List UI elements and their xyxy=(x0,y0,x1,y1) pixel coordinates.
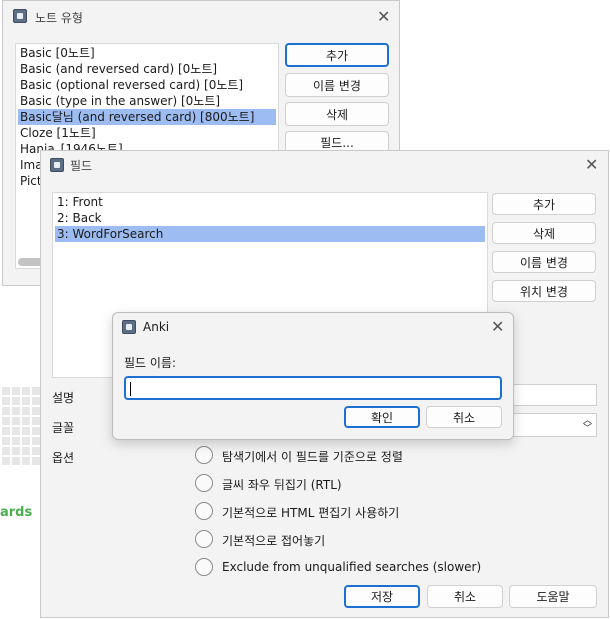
html-editor-checkbox[interactable] xyxy=(195,502,213,520)
help-button[interactable]: 도움말 xyxy=(509,585,597,608)
reposition-field-button[interactable]: 위치 변경 xyxy=(492,280,596,302)
description-field[interactable] xyxy=(507,384,597,406)
anki-app-icon xyxy=(13,9,27,23)
close-icon[interactable]: ✕ xyxy=(491,319,504,335)
save-button[interactable]: 저장 xyxy=(344,585,420,608)
rtl-label: 글씨 좌우 뒤집기 (RTL) xyxy=(222,478,342,492)
add-note-type-button[interactable]: 추가 xyxy=(285,43,389,67)
add-field-button[interactable]: 추가 xyxy=(492,193,596,215)
anki-app-icon xyxy=(50,158,64,172)
close-icon[interactable]: ✕ xyxy=(585,157,598,173)
text-cursor xyxy=(130,382,131,396)
list-item[interactable]: Cloze [1노트] xyxy=(18,125,276,141)
list-item[interactable]: 2: Back xyxy=(55,210,485,226)
updown-arrows-icon: ︿ ﹀ xyxy=(582,416,592,434)
list-item-selected[interactable]: Basic달님 (and reversed card) [800노트] xyxy=(18,109,276,125)
ok-button[interactable]: 확인 xyxy=(344,406,420,428)
field-name-input[interactable] xyxy=(124,376,502,400)
note-types-titlebar: 노트 유형 ✕ xyxy=(3,1,399,31)
list-item[interactable]: Basic (and reversed card) [0노트] xyxy=(18,61,276,77)
exclude-search-label: Exclude from unqualified searches (slowe… xyxy=(222,560,482,574)
collapse-checkbox[interactable] xyxy=(195,530,213,548)
background-grid xyxy=(0,385,40,465)
background-decks-fragment: ards xyxy=(0,505,33,520)
note-types-title: 노트 유형 xyxy=(35,11,83,25)
list-item-selected[interactable]: 3: WordForSearch xyxy=(55,226,485,242)
delete-note-type-button[interactable]: 삭제 xyxy=(285,102,389,126)
rtl-checkbox[interactable] xyxy=(195,474,213,492)
rename-field-button[interactable]: 이름 변경 xyxy=(492,251,596,273)
collapse-label: 기본적으로 접어놓기 xyxy=(222,534,326,548)
list-item[interactable]: Basic (optional reversed card) [0노트] xyxy=(18,77,276,93)
list-item[interactable]: Basic [0노트] xyxy=(18,45,276,61)
anki-app-icon xyxy=(122,320,136,334)
fields-titlebar: 필드 ✕ xyxy=(41,151,608,181)
font-select[interactable]: ︿ ﹀ xyxy=(507,413,597,437)
fields-title: 필드 xyxy=(70,159,93,173)
dialog-title: Anki xyxy=(143,320,170,334)
close-icon[interactable]: ✕ xyxy=(377,9,390,25)
sort-field-checkbox[interactable] xyxy=(195,446,213,464)
html-editor-label: 기본적으로 HTML 편집기 사용하기 xyxy=(222,506,400,520)
cancel-button[interactable]: 취소 xyxy=(427,585,503,608)
description-label: 설명 xyxy=(52,391,75,405)
exclude-search-checkbox[interactable] xyxy=(195,558,213,576)
field-name-label: 필드 이름: xyxy=(124,356,177,370)
dialog-cancel-button[interactable]: 취소 xyxy=(426,406,502,428)
list-item[interactable]: 1: Front xyxy=(55,194,485,210)
sort-field-label: 탐색기에서 이 필드를 기준으로 정렬 xyxy=(222,450,403,464)
font-label: 글꼴 xyxy=(52,421,75,435)
rename-note-type-button[interactable]: 이름 변경 xyxy=(285,73,389,97)
list-item[interactable]: Basic (type in the answer) [0노트] xyxy=(18,93,276,109)
delete-field-button[interactable]: 삭제 xyxy=(492,222,596,244)
options-label: 옵션 xyxy=(52,451,75,465)
dialog-titlebar: Anki ✕ xyxy=(113,313,513,343)
field-name-dialog: Anki ✕ 필드 이름: 확인 취소 xyxy=(112,312,514,440)
